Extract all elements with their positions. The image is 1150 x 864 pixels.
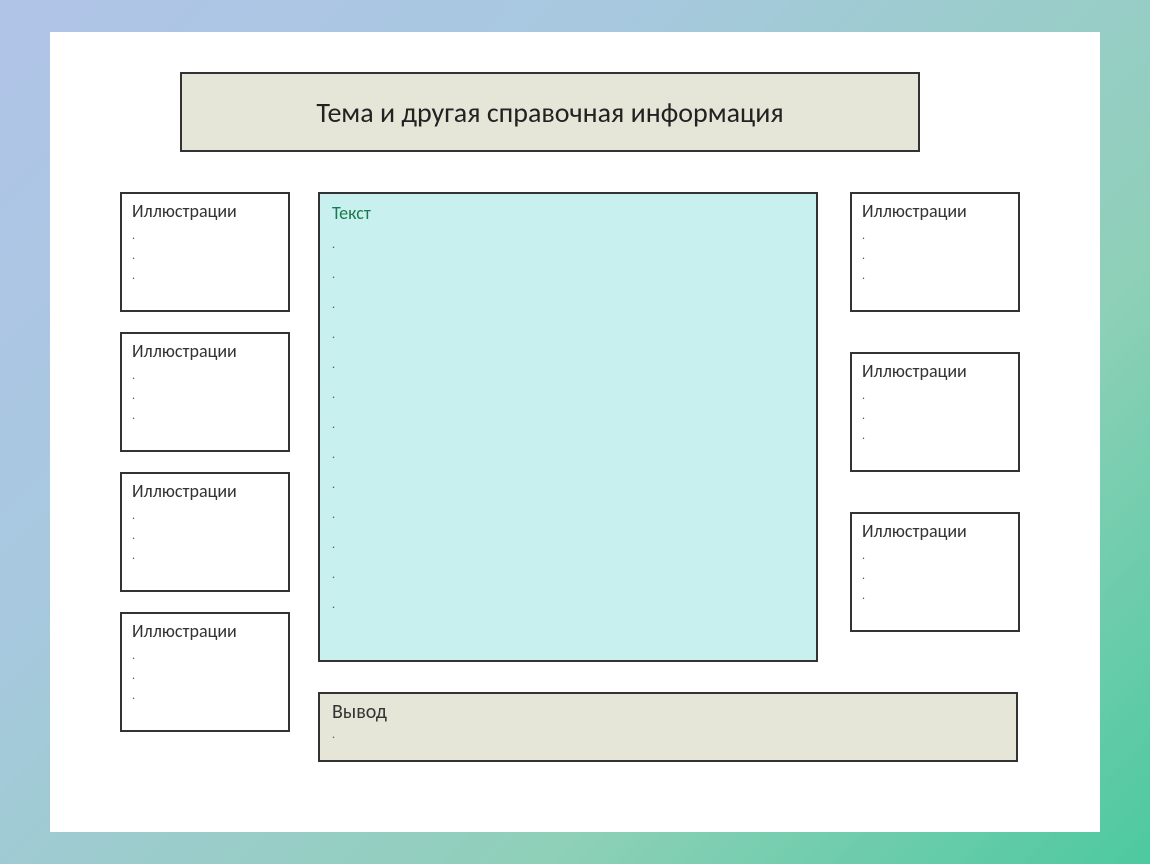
conclusion-label: Вывод <box>332 700 1004 724</box>
bullet-list: . <box>332 728 1004 742</box>
bullet: . <box>862 566 1008 586</box>
bullet: . <box>332 290 804 320</box>
layout-canvas: Тема и другая справочная информация Иллю… <box>50 32 1100 832</box>
bullet: . <box>862 266 1008 286</box>
bullet: . <box>862 246 1008 266</box>
bullet: . <box>132 546 278 566</box>
text-label: Текст <box>332 202 804 224</box>
illustration-box-left-4: Иллюстрации . . . <box>120 612 290 732</box>
bullet: . <box>332 530 804 560</box>
title-text: Тема и другая справочная информация <box>316 95 783 130</box>
bullet: . <box>332 728 1004 742</box>
title-box: Тема и другая справочная информация <box>180 72 920 152</box>
bullet: . <box>862 226 1008 246</box>
bullet-list: . . . <box>862 386 1008 446</box>
bullet: . <box>862 426 1008 446</box>
bullet: . <box>132 406 278 426</box>
bullet: . <box>132 386 278 406</box>
bullet-list: . . . . . . . . . . . . . <box>332 230 804 620</box>
bullet: . <box>332 560 804 590</box>
illustration-box-right-2: Иллюстрации . . . <box>850 352 1020 472</box>
illustration-box-left-1: Иллюстрации . . . <box>120 192 290 312</box>
bullet: . <box>332 500 804 530</box>
illustration-box-right-3: Иллюстрации . . . <box>850 512 1020 632</box>
illustration-box-left-2: Иллюстрации . . . <box>120 332 290 452</box>
bullet: . <box>332 410 804 440</box>
illustration-box-right-1: Иллюстрации . . . <box>850 192 1020 312</box>
illustration-label: Иллюстрации <box>862 360 1008 382</box>
bullet: . <box>132 526 278 546</box>
illustration-label: Иллюстрации <box>862 200 1008 222</box>
bullet: . <box>332 320 804 350</box>
bullet: . <box>862 406 1008 426</box>
illustration-label: Иллюстрации <box>132 200 278 222</box>
bullet: . <box>332 590 804 620</box>
bullet: . <box>132 646 278 666</box>
bullet-list: . . . <box>132 506 278 566</box>
text-box: Текст . . . . . . . . . . . . . <box>318 192 818 662</box>
bullet: . <box>132 666 278 686</box>
bullet: . <box>332 380 804 410</box>
bullet: . <box>862 586 1008 606</box>
bullet: . <box>332 230 804 260</box>
bullet: . <box>132 226 278 246</box>
bullet: . <box>132 506 278 526</box>
bullet: . <box>132 266 278 286</box>
bullet: . <box>132 686 278 706</box>
illustration-box-left-3: Иллюстрации . . . <box>120 472 290 592</box>
illustration-label: Иллюстрации <box>132 480 278 502</box>
illustration-label: Иллюстрации <box>132 620 278 642</box>
bullet: . <box>132 246 278 266</box>
bullet: . <box>862 386 1008 406</box>
bullet: . <box>132 366 278 386</box>
illustration-label: Иллюстрации <box>862 520 1008 542</box>
bullet-list: . . . <box>862 226 1008 286</box>
bullet-list: . . . <box>862 546 1008 606</box>
bullet: . <box>332 440 804 470</box>
bullet-list: . . . <box>132 226 278 286</box>
bullet: . <box>332 260 804 290</box>
illustration-label: Иллюстрации <box>132 340 278 362</box>
bullet: . <box>862 546 1008 566</box>
bullet: . <box>332 470 804 500</box>
bullet-list: . . . <box>132 646 278 706</box>
conclusion-box: Вывод . <box>318 692 1018 762</box>
bullet: . <box>332 350 804 380</box>
bullet-list: . . . <box>132 366 278 426</box>
